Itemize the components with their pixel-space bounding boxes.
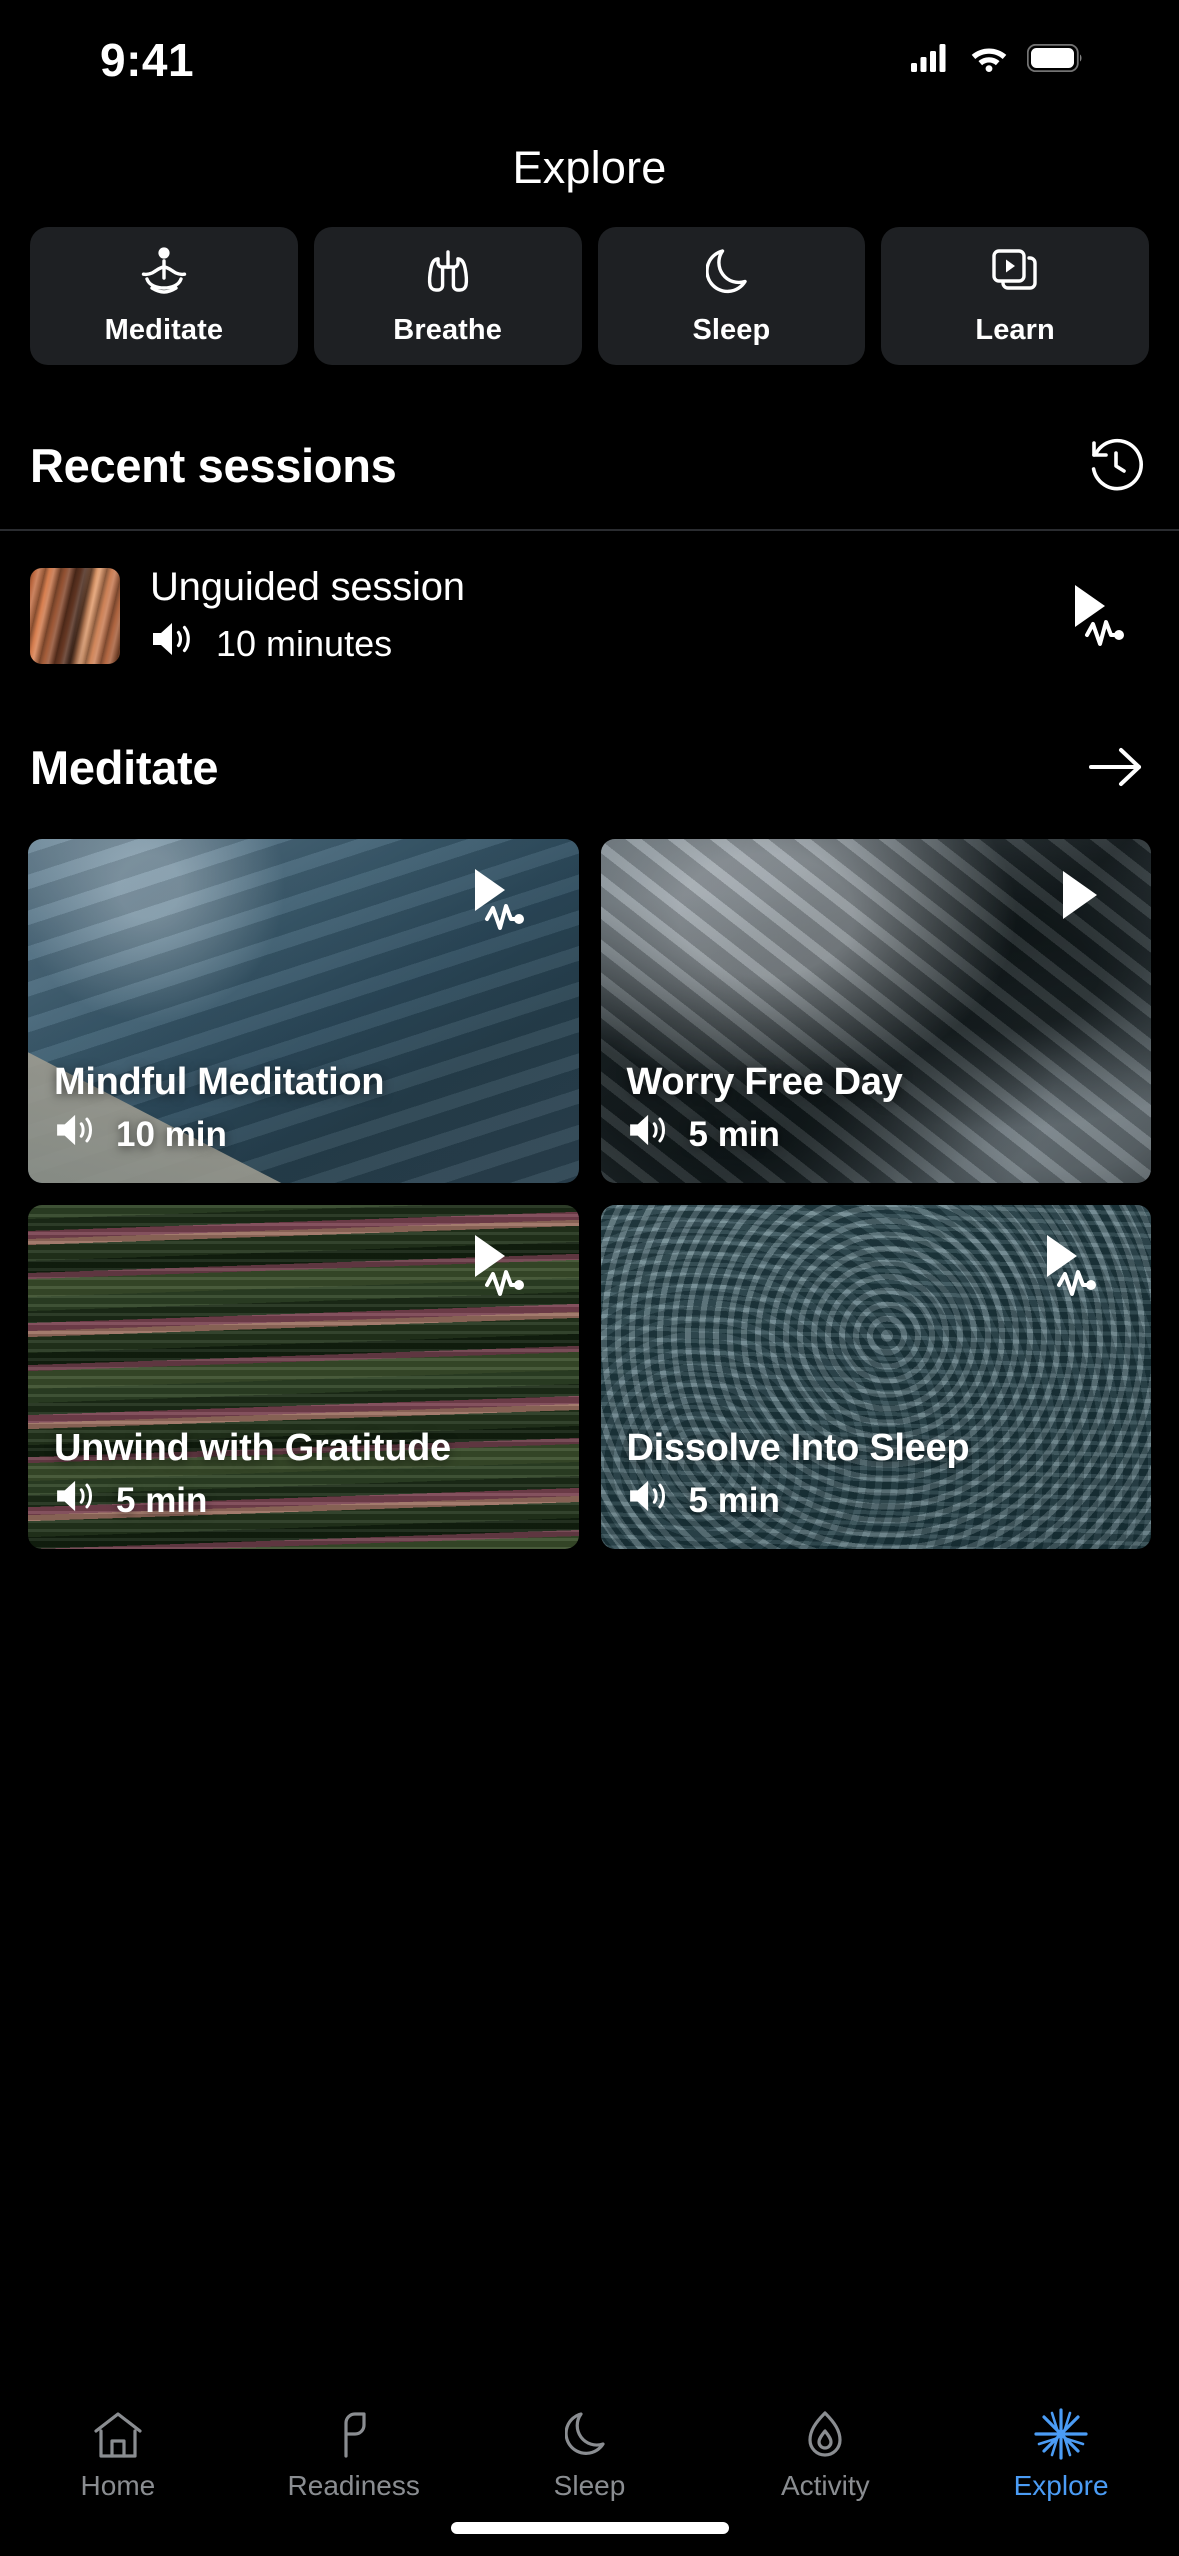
- nav-item-label: Activity: [780, 2470, 870, 2501]
- play-waveform-icon[interactable]: [1059, 581, 1149, 651]
- card-title: Worry Free Day: [626, 1061, 903, 1104]
- speaker-waves-icon: [54, 1112, 100, 1157]
- session-meta: 10 minutes: [150, 620, 1029, 667]
- bottom-navigation: Home Readiness Sleep Activity Explore: [0, 2388, 1179, 2556]
- meditation-card[interactable]: Dissolve Into Sleep 5 min: [600, 1205, 1151, 1549]
- category-tab-label: Sleep: [692, 313, 771, 346]
- play-waveform-icon[interactable]: [469, 1233, 543, 1306]
- meditation-card[interactable]: Unwind with Gratitude 5 min: [28, 1205, 579, 1549]
- nav-item-home[interactable]: Home: [0, 2406, 236, 2502]
- wifi-icon: [969, 43, 1009, 77]
- starburst-icon: [1034, 2406, 1088, 2460]
- category-tab-label: Learn: [975, 313, 1055, 346]
- speaker-waves-icon: [627, 1112, 673, 1157]
- meditation-lotus-icon: [136, 246, 192, 298]
- meditation-card[interactable]: Worry Free Day 5 min: [600, 839, 1151, 1183]
- cellular-signal-icon: [911, 43, 951, 77]
- card-meta: 5 min: [627, 1112, 1132, 1157]
- home-icon: [91, 2406, 145, 2460]
- speaker-waves-icon: [627, 1478, 673, 1523]
- nav-item-label: Home: [80, 2470, 156, 2501]
- nav-item-label: Sleep: [553, 2470, 626, 2501]
- card-text: Dissolve Into Sleep 5 min: [627, 1427, 1132, 1523]
- card-text: Mindful Meditation 10 min: [54, 1061, 559, 1157]
- nav-item-explore[interactable]: Explore: [943, 2406, 1179, 2502]
- card-duration: 5 min: [688, 1480, 780, 1520]
- category-tab-sleep[interactable]: Sleep: [597, 227, 866, 365]
- card-text: Worry Free Day 5 min: [627, 1061, 1132, 1157]
- card-title: Dissolve Into Sleep: [626, 1427, 970, 1470]
- home-indicator[interactable]: [450, 2522, 729, 2534]
- card-meta: 5 min: [54, 1478, 559, 1523]
- readiness-icon: [329, 2406, 379, 2460]
- card-title: Unwind with Gratitude: [54, 1427, 451, 1470]
- history-clock-icon[interactable]: [1083, 432, 1149, 498]
- play-waveform-icon[interactable]: [1041, 1233, 1115, 1306]
- nav-item-label: Explore: [1013, 2470, 1109, 2501]
- nav-item-readiness[interactable]: Readiness: [236, 2406, 472, 2502]
- session-duration: 10 minutes: [216, 622, 393, 664]
- crescent-moon-icon: [706, 246, 756, 298]
- recent-sessions-header: Recent sessions: [0, 415, 1179, 515]
- flame-icon: [803, 2406, 847, 2460]
- category-tabs: Meditate Breathe Sleep Learn: [0, 215, 1179, 365]
- page-title: Explore: [512, 141, 667, 193]
- battery-icon: [1026, 43, 1083, 77]
- card-meta: 5 min: [627, 1478, 1132, 1523]
- lungs-icon: [422, 246, 474, 298]
- meditate-section-title: Meditate: [30, 740, 219, 794]
- category-tab-label: Breathe: [393, 313, 502, 346]
- category-tab-breathe[interactable]: Breathe: [313, 227, 582, 365]
- meditate-section-header: Meditate: [0, 717, 1179, 817]
- nav-item-activity[interactable]: Activity: [707, 2406, 943, 2502]
- status-bar-time: 9:41: [100, 34, 195, 86]
- nav-item-sleep[interactable]: Sleep: [472, 2406, 708, 2502]
- status-bar: 9:41: [0, 0, 1179, 120]
- page-header: Explore: [0, 120, 1179, 215]
- recent-sessions-title: Recent sessions: [30, 438, 397, 492]
- category-tab-meditate[interactable]: Meditate: [30, 227, 298, 365]
- speaker-waves-icon: [54, 1478, 100, 1523]
- meditate-card-grid: Mindful Meditation 10 min Worry Free Day…: [0, 839, 1179, 1549]
- card-duration: 10 min: [116, 1114, 227, 1154]
- moon-icon: [565, 2406, 613, 2460]
- play-icon[interactable]: [1055, 867, 1115, 936]
- nav-item-label: Readiness: [287, 2470, 420, 2501]
- card-duration: 5 min: [116, 1480, 208, 1520]
- speaker-waves-icon: [150, 620, 198, 667]
- meditation-card[interactable]: Mindful Meditation 10 min: [28, 839, 579, 1183]
- arrow-right-icon[interactable]: [1083, 734, 1149, 800]
- card-text: Unwind with Gratitude 5 min: [54, 1427, 559, 1523]
- session-title: Unguided session: [150, 565, 465, 609]
- card-meta: 10 min: [54, 1112, 559, 1157]
- category-tab-learn[interactable]: Learn: [881, 227, 1149, 365]
- session-thumbnail: [30, 568, 120, 664]
- card-duration: 5 min: [688, 1114, 780, 1154]
- status-bar-indicators: [911, 43, 1083, 77]
- card-title: Mindful Meditation: [54, 1061, 385, 1104]
- play-waveform-icon[interactable]: [469, 867, 543, 940]
- media-stack-play-icon: [989, 246, 1041, 298]
- recent-session-row[interactable]: Unguided session 10 minutes: [0, 531, 1179, 667]
- category-tab-label: Meditate: [104, 313, 224, 346]
- session-info: Unguided session 10 minutes: [150, 565, 1029, 667]
